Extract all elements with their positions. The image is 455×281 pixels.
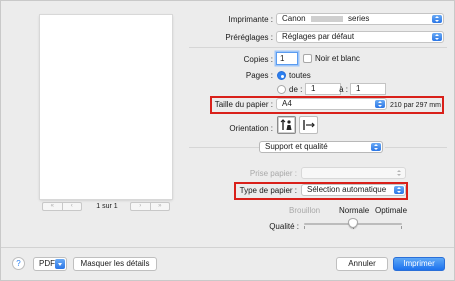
quality-normal-label: Normale — [339, 206, 370, 215]
quality-optimal-label: Optimale — [375, 206, 408, 215]
printer-label: Imprimante : — [228, 15, 273, 24]
printer-model-redacted — [310, 15, 343, 22]
chevron-updown-icon — [375, 100, 385, 108]
chevron-updown-icon — [371, 143, 381, 151]
slider-thumb[interactable] — [348, 218, 358, 228]
separator — [385, 147, 447, 148]
pages-all-radio[interactable] — [277, 71, 286, 80]
orientation-landscape-button[interactable] — [299, 116, 318, 134]
section-select[interactable]: Support et qualité — [259, 141, 383, 153]
preview-nav-back: « ‹ — [42, 202, 82, 211]
preview-nav-forward: › » — [130, 202, 170, 211]
first-page-button[interactable]: « — [43, 203, 63, 210]
landscape-orientation-icon — [303, 120, 315, 130]
cancel-button[interactable]: Annuler — [336, 257, 388, 271]
paper-size-dimensions: 210 par 297 mm — [390, 102, 441, 109]
pages-label: Pages : — [245, 71, 273, 80]
slider-tick — [401, 226, 402, 229]
media-type-label: Type de papier : — [239, 186, 297, 195]
last-page-button[interactable]: » — [151, 203, 170, 210]
portrait-orientation-icon — [280, 119, 292, 130]
presets-label: Préréglages : — [225, 33, 273, 42]
chevron-updown-icon — [432, 33, 442, 41]
separator — [189, 147, 259, 148]
black-white-label: Noir et blanc — [315, 54, 360, 63]
presets-select[interactable]: Réglages par défaut — [276, 31, 444, 43]
pdf-menu-button[interactable]: PDF — [33, 257, 67, 271]
next-page-button[interactable]: › — [131, 203, 151, 210]
pdf-label: PDF — [39, 259, 55, 268]
help-button[interactable]: ? — [12, 257, 25, 270]
printer-name-prefix: Canon — [282, 14, 306, 23]
print-button[interactable]: Imprimer — [393, 257, 445, 271]
separator — [189, 47, 447, 48]
hide-details-button[interactable]: Masquer les détails — [73, 257, 157, 271]
media-type-select[interactable]: Sélection automatique — [301, 184, 406, 196]
paper-size-label: Taille du papier : — [214, 100, 273, 109]
pages-range-radio[interactable] — [277, 85, 286, 94]
help-icon: ? — [16, 259, 21, 268]
page-preview — [40, 15, 172, 199]
copies-label: Copies : — [243, 55, 273, 64]
print-dialog: « ‹ 1 sur 1 › » Imprimante : Canon serie… — [0, 0, 455, 281]
orientation-label: Orientation : — [229, 124, 273, 133]
chevron-updown-icon — [432, 15, 442, 23]
previous-page-button[interactable]: ‹ — [63, 203, 82, 210]
black-white-checkbox[interactable] — [303, 54, 312, 63]
paper-size-select[interactable]: A4 — [276, 98, 387, 110]
page-counter: 1 sur 1 — [96, 203, 118, 210]
pages-all-label: toutes — [289, 71, 311, 80]
chevron-updown-icon — [394, 169, 404, 177]
paper-source-select[interactable] — [301, 167, 406, 179]
quality-slider[interactable] — [304, 217, 402, 231]
slider-tick — [304, 226, 305, 229]
pages-to-input[interactable]: 1 — [350, 83, 386, 95]
copies-input[interactable]: 1 — [276, 52, 298, 65]
pages-from-label: de : — [289, 85, 303, 94]
pages-to-label: à : — [339, 85, 348, 94]
chevron-down-icon — [55, 259, 65, 269]
quality-label: Qualité : — [269, 222, 299, 231]
orientation-portrait-button[interactable] — [277, 116, 296, 134]
chevron-updown-icon — [394, 186, 404, 194]
separator — [1, 247, 454, 248]
paper-source-label: Prise papier : — [249, 169, 297, 178]
media-type-value: Sélection automatique — [307, 185, 387, 194]
section-value: Support et qualité — [265, 142, 328, 151]
printer-select[interactable]: Canon series — [276, 13, 444, 25]
presets-value: Réglages par défaut — [282, 32, 355, 41]
quality-draft-label: Brouillon — [289, 206, 321, 215]
printer-name-suffix: series — [348, 14, 370, 23]
paper-size-value: A4 — [282, 99, 292, 108]
